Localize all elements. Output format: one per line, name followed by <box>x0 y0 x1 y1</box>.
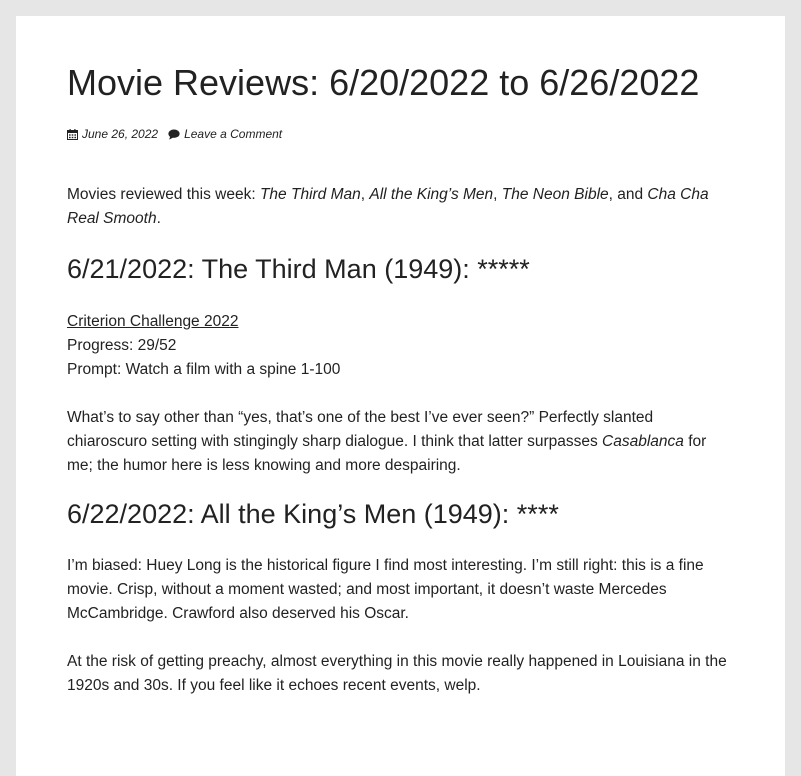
intro-separator: , <box>493 186 502 203</box>
calendar-icon <box>67 128 78 140</box>
speech-bubble-icon <box>168 129 180 140</box>
intro-suffix: . <box>156 210 161 227</box>
review-body-third-man: What’s to say other than “yes, that’s on… <box>67 406 732 478</box>
post-date-text[interactable]: June 26, 2022 <box>82 127 158 141</box>
intro-separator: , and <box>608 186 648 203</box>
challenge-prompt: Prompt: Watch a film with a spine 1-100 <box>67 361 341 378</box>
post-date: June 26, 2022 <box>67 127 158 141</box>
review-heading-third-man: 6/21/2022: The Third Man (1949): ***** <box>67 254 530 284</box>
review-text: What’s to say other than “yes, that’s on… <box>67 409 654 450</box>
post-article: Movie Reviews: 6/20/2022 to 6/26/2022 Ju… <box>67 60 732 698</box>
intro-paragraph: Movies reviewed this week: The Third Man… <box>67 183 732 231</box>
review-body-kings-men-1: I’m biased: Huey Long is the historical … <box>67 557 704 622</box>
post-card: Movie Reviews: 6/20/2022 to 6/26/2022 Ju… <box>16 16 785 776</box>
leave-comment-link[interactable]: Leave a Comment <box>184 127 282 141</box>
intro-film-3: The Neon Bible <box>501 186 609 203</box>
intro-film-2: All the King’s Men <box>369 186 494 203</box>
intro-film-1: The Third Man <box>259 186 361 203</box>
intro-prefix: Movies reviewed this week: <box>67 186 260 203</box>
criterion-challenge-link[interactable]: Criterion Challenge 2022 <box>67 313 238 330</box>
review-film-reference: Casablanca <box>602 433 684 450</box>
challenge-info: Criterion Challenge 2022 Progress: 29/52 P… <box>67 310 732 382</box>
review-body-kings-men-2: At the risk of getting preachy, almost e… <box>67 653 727 694</box>
post-comments: Leave a Comment <box>168 127 282 141</box>
challenge-progress: Progress: 29/52 <box>67 337 177 354</box>
review-heading-kings-men: 6/22/2022: All the King’s Men (1949): **… <box>67 499 559 529</box>
page-title: Movie Reviews: 6/20/2022 to 6/26/2022 <box>67 62 700 103</box>
post-meta: June 26, 2022 Leave a Comment <box>67 126 732 142</box>
